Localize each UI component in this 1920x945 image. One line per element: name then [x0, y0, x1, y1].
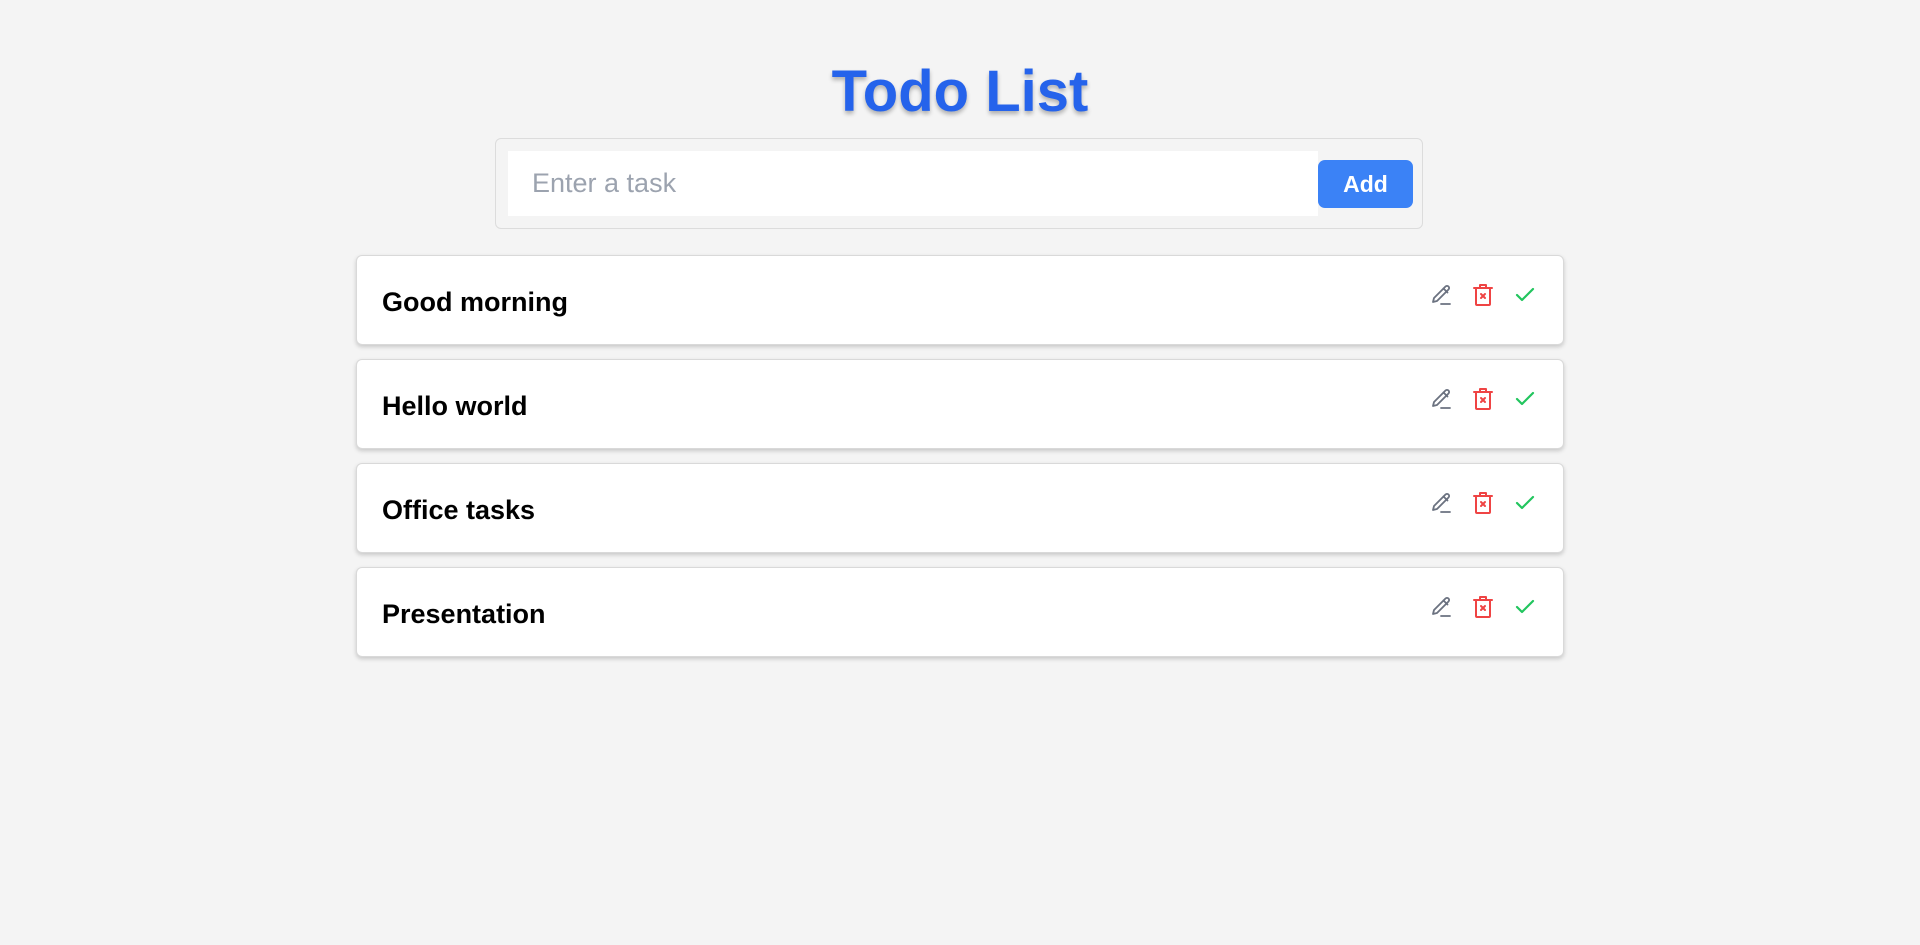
trash-icon[interactable]	[1471, 594, 1495, 620]
todo-text: Good morning	[382, 287, 568, 317]
todo-text: Office tasks	[382, 495, 536, 525]
pencil-icon[interactable]	[1429, 282, 1453, 308]
pencil-icon[interactable]	[1429, 594, 1453, 620]
todo-list: Good morning Hello world Office tasks Pr…	[356, 255, 1564, 671]
todo-actions	[1429, 282, 1537, 308]
page-title: Todo List	[831, 59, 1089, 124]
add-button[interactable]: Add	[1318, 160, 1413, 208]
todo-actions	[1429, 594, 1537, 620]
trash-icon[interactable]	[1471, 282, 1495, 308]
todo-item: Office tasks	[356, 463, 1564, 553]
check-icon[interactable]	[1513, 282, 1537, 308]
todo-actions	[1429, 386, 1537, 412]
todo-item: Presentation	[356, 567, 1564, 657]
todo-item: Hello world	[356, 359, 1564, 449]
trash-icon[interactable]	[1471, 386, 1495, 412]
pencil-icon[interactable]	[1429, 490, 1453, 516]
todo-actions	[1429, 490, 1537, 516]
todo-text: Hello world	[382, 391, 528, 421]
pencil-icon[interactable]	[1429, 386, 1453, 412]
check-icon[interactable]	[1513, 386, 1537, 412]
check-icon[interactable]	[1513, 490, 1537, 516]
task-input[interactable]	[508, 151, 1318, 216]
todo-item: Good morning	[356, 255, 1564, 345]
trash-icon[interactable]	[1471, 490, 1495, 516]
todo-page: Todo List Add Good morning	[0, 0, 1920, 945]
check-icon[interactable]	[1513, 594, 1537, 620]
add-task-form: Add	[495, 138, 1423, 229]
todo-text: Presentation	[382, 599, 546, 629]
